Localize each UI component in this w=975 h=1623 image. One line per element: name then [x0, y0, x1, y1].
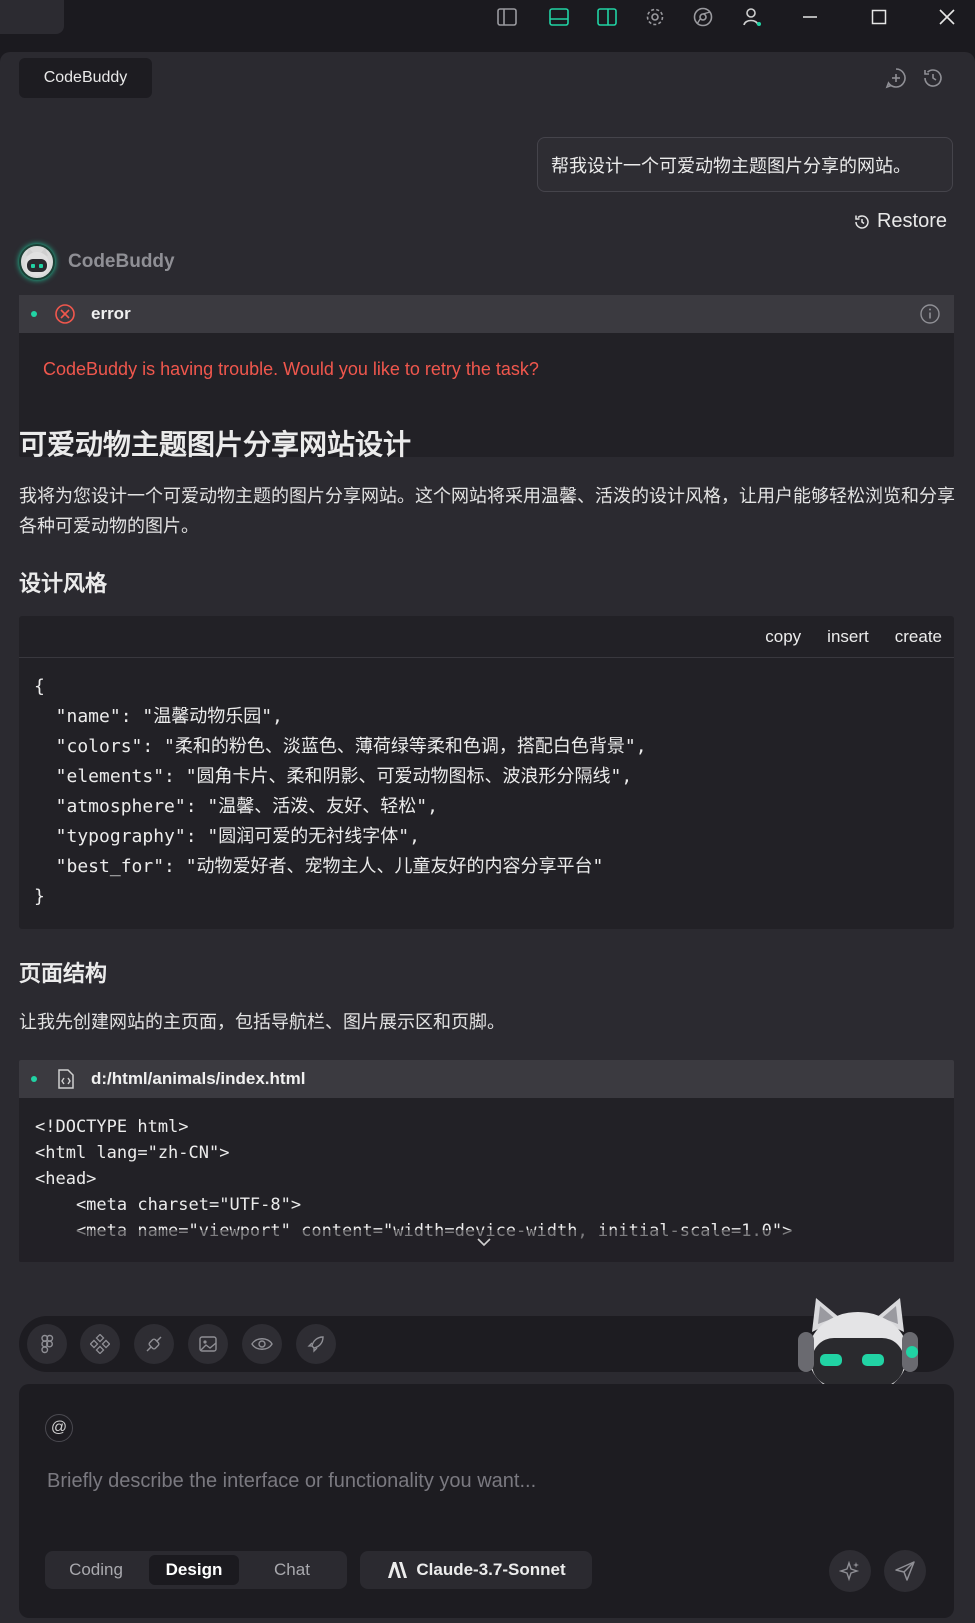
restore-label: Restore: [876, 210, 947, 232]
eye-icon: [251, 1338, 273, 1350]
prompt-input-area: @ Briefly describe the interface or func…: [19, 1384, 954, 1618]
minimize-icon[interactable]: [795, 4, 825, 30]
code-file-icon: [58, 1069, 74, 1089]
design-style-heading: 设计风格: [19, 571, 108, 596]
deploy-button[interactable]: [296, 1324, 336, 1364]
components-button[interactable]: [80, 1324, 120, 1364]
style-code-block: copy insert create { "name": "温馨动物乐园", "…: [19, 616, 954, 929]
error-header[interactable]: error: [19, 295, 954, 333]
error-message: CodeBuddy is having trouble. Would you l…: [43, 359, 539, 379]
mode-coding[interactable]: Coding: [53, 1555, 139, 1585]
send-button[interactable]: [884, 1550, 926, 1592]
mode-design[interactable]: Design: [149, 1555, 239, 1585]
prompt-input[interactable]: Briefly describe the interface or functi…: [47, 1470, 536, 1493]
history-icon[interactable]: [921, 66, 945, 90]
settings-gear-icon[interactable]: [642, 4, 668, 30]
status-dot: [31, 1076, 37, 1082]
preview-button[interactable]: [242, 1324, 282, 1364]
image-icon: [199, 1336, 217, 1352]
file-code: <!DOCTYPE html> <html lang="zh-CN"> <hea…: [35, 1117, 792, 1241]
page-structure-heading: 页面结构: [19, 961, 108, 986]
new-chat-icon[interactable]: [884, 66, 908, 90]
codebuddy-tab[interactable]: CodeBuddy: [19, 58, 152, 98]
account-icon[interactable]: [739, 4, 765, 30]
info-icon[interactable]: [919, 303, 941, 325]
response-title: 可爱动物主题图片分享网站设计: [19, 429, 412, 460]
style-code: { "name": "温馨动物乐园", "colors": "柔和的粉色、淡蓝色…: [34, 676, 647, 907]
toggle-right-sidebar-icon[interactable]: [594, 4, 620, 30]
bot-avatar: [19, 244, 55, 280]
model-name: Claude-3.7-Sonnet: [416, 1560, 566, 1579]
file-code-block: d:/html/animals/index.html <!DOCTYPE htm…: [19, 1060, 954, 1262]
send-icon: [895, 1561, 915, 1581]
mode-selector: Coding Design Chat: [45, 1551, 347, 1589]
rocket-icon: [307, 1336, 324, 1353]
anthropic-logo-icon: [388, 1562, 408, 1578]
image-button[interactable]: [188, 1324, 228, 1364]
copy-button[interactable]: copy: [765, 627, 801, 647]
plug-icon: [146, 1336, 162, 1352]
maximize-icon[interactable]: [864, 4, 894, 30]
toggle-bottom-panel-icon[interactable]: [546, 4, 572, 30]
structure-paragraph: 让我先创建网站的主页面，包括导航栏、图片展示区和页脚。: [19, 1012, 505, 1032]
user-message: 帮我设计一个可爱动物主题图片分享的网站。: [537, 137, 953, 192]
bot-name: CodeBuddy: [68, 251, 175, 272]
figma-button[interactable]: [27, 1324, 67, 1364]
enhance-prompt-button[interactable]: [829, 1550, 871, 1592]
browser-icon[interactable]: [690, 4, 716, 30]
insert-button[interactable]: insert: [827, 627, 869, 647]
bot-header: CodeBuddy: [19, 244, 175, 280]
file-header[interactable]: d:/html/animals/index.html: [19, 1060, 954, 1098]
toggle-left-sidebar-icon[interactable]: [494, 4, 520, 30]
create-button[interactable]: create: [895, 627, 942, 647]
sparkle-icon: [839, 1560, 860, 1582]
intro-paragraph: 我将为您设计一个可爱动物主题的图片分享网站。这个网站将采用温馨、活泼的设计风格，…: [19, 486, 955, 536]
code-actions: copy insert create: [19, 616, 954, 658]
plugin-button[interactable]: [134, 1324, 174, 1364]
restore-history-icon: [855, 214, 869, 229]
close-icon[interactable]: [932, 4, 962, 30]
error-x-circle-icon: [55, 304, 75, 324]
components-icon: [90, 1334, 110, 1354]
figma-icon: [41, 1334, 54, 1354]
restore-button[interactable]: Restore: [853, 210, 947, 233]
expand-chevron-down-icon[interactable]: [476, 1236, 492, 1248]
status-dot: [31, 311, 37, 317]
mention-button[interactable]: @: [45, 1414, 73, 1442]
model-selector[interactable]: Claude-3.7-Sonnet: [360, 1551, 592, 1589]
robot-cat-icon: [25, 248, 49, 276]
window-menu-tab[interactable]: [0, 0, 64, 34]
error-title: error: [91, 304, 131, 323]
file-path: d:/html/animals/index.html: [91, 1069, 306, 1088]
codebuddy-mascot-icon: [798, 1298, 918, 1386]
title-bar: [0, 0, 975, 50]
mode-chat[interactable]: Chat: [249, 1555, 335, 1585]
